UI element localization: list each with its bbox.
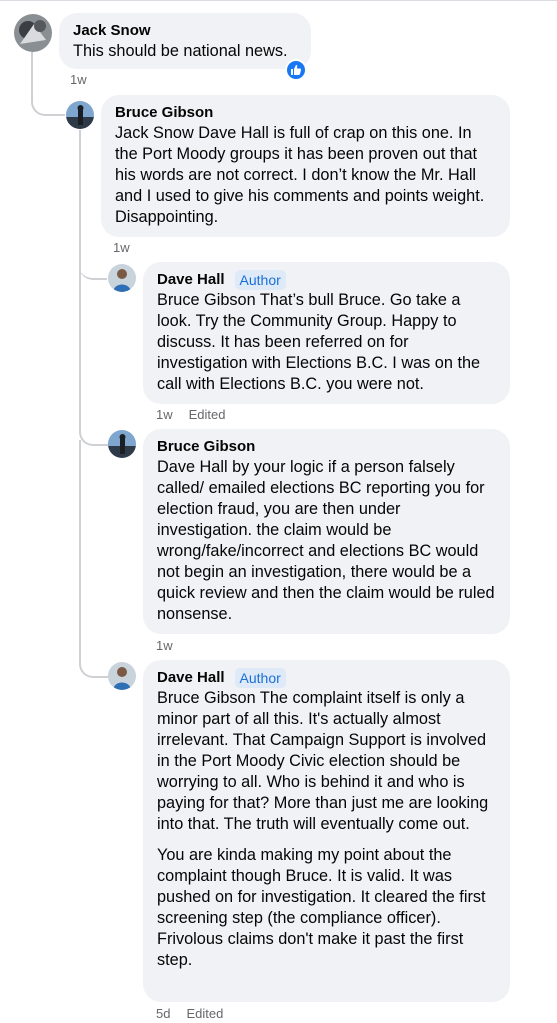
- comment-bubble: Bruce Gibson Jack Snow Dave Hall is full…: [101, 95, 510, 237]
- comment-author[interactable]: Dave Hall: [157, 668, 225, 688]
- reaction-badge[interactable]: [285, 59, 307, 81]
- comment-time[interactable]: 1w: [70, 72, 87, 87]
- comment-author[interactable]: Bruce Gibson: [157, 437, 255, 457]
- thread-connector: [79, 258, 109, 446]
- comment-meta: 1w: [113, 240, 130, 255]
- comment-meta: 5d Edited: [156, 1006, 223, 1021]
- author-badge: Author: [234, 270, 286, 290]
- avatar[interactable]: [108, 264, 136, 292]
- comment-time[interactable]: 1w: [156, 638, 173, 653]
- avatar[interactable]: [108, 430, 136, 458]
- comment-time[interactable]: 1w: [113, 240, 130, 255]
- comment-time[interactable]: 1w: [156, 407, 173, 422]
- top-divider: [0, 0, 557, 1]
- avatar[interactable]: [66, 101, 94, 129]
- avatar[interactable]: [14, 14, 52, 52]
- comment-meta: 1w: [156, 638, 173, 653]
- comment-meta: 1w Edited: [156, 407, 226, 422]
- comment-text: This should be national news.: [73, 42, 288, 60]
- comment-text: Bruce Gibson The complaint itself is onl…: [157, 689, 489, 833]
- comment-author[interactable]: Dave Hall: [157, 270, 225, 290]
- like-icon: [291, 65, 302, 75]
- comment-bubble: Dave Hall Author Bruce Gibson The complai…: [143, 660, 510, 1002]
- comment-author[interactable]: Jack Snow: [73, 21, 151, 41]
- comment-meta: 1w: [70, 72, 87, 87]
- comment-text: Bruce Gibson That’s bull Bruce. Go take …: [157, 291, 481, 393]
- thread-connector: [79, 440, 109, 678]
- comment-bubble: Bruce Gibson Dave Hall by your logic if …: [143, 429, 510, 634]
- comment-author[interactable]: Bruce Gibson: [115, 103, 213, 123]
- comment-time[interactable]: 5d: [156, 1006, 170, 1021]
- edited-label[interactable]: Edited: [189, 407, 226, 422]
- edited-label[interactable]: Edited: [186, 1006, 223, 1021]
- author-badge: Author: [234, 668, 286, 688]
- comment-bubble: Jack Snow This should be national news.: [59, 13, 311, 69]
- comment-text: You are kinda making my point about the …: [157, 846, 486, 969]
- comment-text: Jack Snow Dave Hall is full of crap on t…: [115, 124, 485, 226]
- avatar[interactable]: [108, 662, 136, 690]
- comment-text: Dave Hall by your logic if a person fals…: [157, 458, 495, 623]
- thread-connector: [31, 52, 65, 116]
- comment-bubble: Dave Hall Author Bruce Gibson That’s bull…: [143, 262, 510, 404]
